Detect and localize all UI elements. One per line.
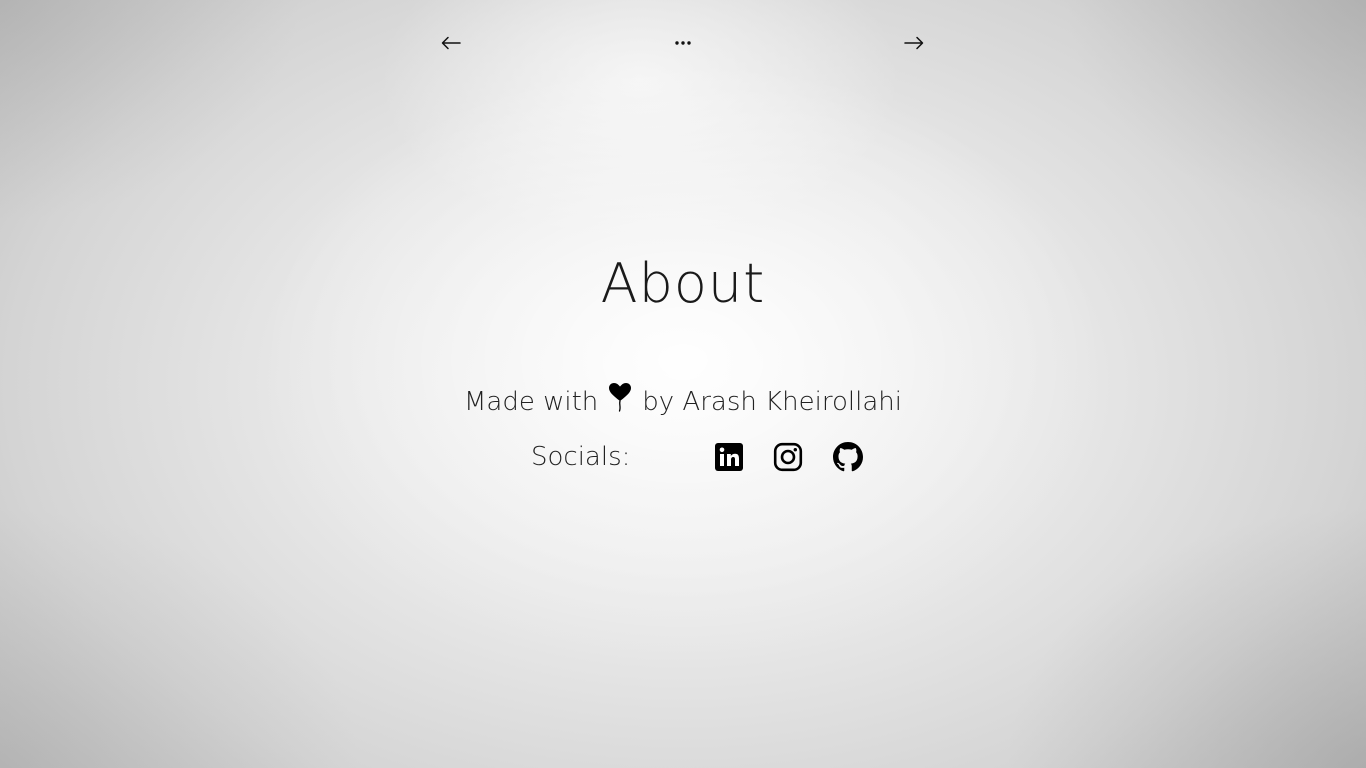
instagram-icon: [773, 442, 803, 472]
credit-line: Made with by Arash Kheirollahi: [0, 382, 1366, 419]
credit-prefix: Made with: [463, 387, 599, 417]
linkedin-icon: [715, 443, 743, 471]
menu-button[interactable]: [668, 28, 698, 58]
github-icon: [833, 442, 863, 472]
heart-balloon-icon: [608, 382, 632, 419]
credit-suffix: by Arash Kheirollahi: [642, 387, 902, 417]
socials-label: Socials:: [531, 442, 631, 472]
github-link[interactable]: [833, 442, 863, 472]
more-horizontal-icon: [675, 41, 691, 45]
next-button[interactable]: [899, 28, 929, 58]
instagram-link[interactable]: [773, 442, 803, 472]
linkedin-link[interactable]: [714, 442, 744, 472]
page-title: About: [600, 252, 766, 315]
socials-row: Socials:: [0, 440, 1366, 476]
prev-button[interactable]: [436, 28, 466, 58]
arrow-left-icon: [441, 36, 461, 50]
arrow-right-icon: [904, 36, 924, 50]
